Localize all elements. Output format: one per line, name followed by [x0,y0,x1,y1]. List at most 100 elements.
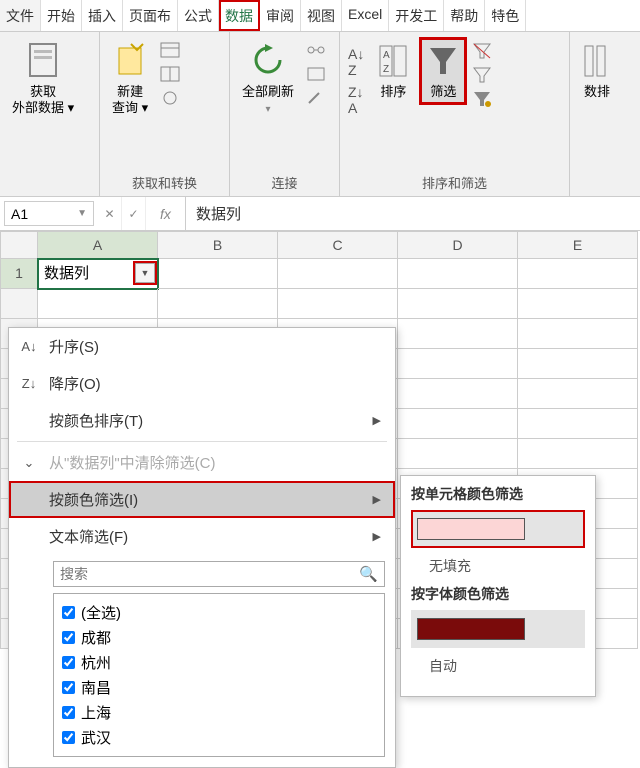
tab-home[interactable]: 开始 [41,0,82,31]
column-header-b[interactable]: B [158,231,278,259]
cell-e1[interactable] [518,259,638,289]
cell[interactable] [518,379,638,409]
cell-c1[interactable] [278,259,398,289]
cell[interactable] [398,289,518,319]
checkbox[interactable] [62,606,75,619]
formula-input[interactable]: 数据列 [186,197,640,230]
no-fill-item[interactable]: 无填充 [411,554,585,584]
row-header-1[interactable]: 1 [0,259,38,289]
cell[interactable] [518,289,638,319]
tab-view[interactable]: 视图 [301,0,342,31]
sort-asc-icon[interactable]: A↓Z [348,46,364,78]
checkbox[interactable] [62,706,75,719]
ribbon: 获取外部数据 ▾ 新建查询 ▾ 获取和转换 全部刷新 ▾ [0,32,640,197]
font-color-darkred[interactable] [411,610,585,648]
row-header[interactable] [0,289,38,319]
from-table-icon[interactable] [160,66,180,84]
filter-search-box[interactable]: 🔍 [53,561,385,587]
group-label [6,190,93,194]
tab-excel[interactable]: Excel [342,0,389,31]
check-item[interactable]: (全选) [62,600,376,625]
reapply-icon[interactable] [472,66,492,84]
cell[interactable] [158,289,278,319]
cell[interactable] [518,349,638,379]
cell[interactable] [398,349,518,379]
tab-special[interactable]: 特色 [485,0,526,31]
text-filter-item[interactable]: 文本筛选(F) ▶ [9,518,395,555]
cell-d1[interactable] [398,259,518,289]
checkbox[interactable] [62,656,75,669]
fx-icon[interactable]: fx [146,197,186,230]
chevron-down-icon[interactable]: ▼ [77,208,87,219]
column-header-e[interactable]: E [518,231,638,259]
cell[interactable] [38,289,158,319]
check-item[interactable]: 武汉 [62,725,376,750]
tab-formula[interactable]: 公式 [178,0,219,31]
check-item[interactable]: 上海 [62,700,376,725]
color-swatch [417,618,525,640]
column-header-d[interactable]: D [398,231,518,259]
check-icon[interactable]: ✓ [122,197,146,230]
cancel-icon[interactable]: ✕ [98,197,122,230]
column-header-c[interactable]: C [278,231,398,259]
tab-help[interactable]: 帮助 [444,0,485,31]
select-all-corner[interactable] [0,231,38,259]
name-box[interactable]: A1 ▼ [4,201,94,226]
sort-desc-icon: Z↓ [19,376,39,391]
dropdown-caret: ▾ [265,104,270,116]
show-queries-icon[interactable] [160,42,180,60]
properties-icon[interactable] [306,66,326,84]
cell-a1[interactable]: 数据列 ▼ [38,259,158,289]
tab-layout[interactable]: 页面布 [123,0,178,31]
check-item[interactable]: 杭州 [62,650,376,675]
sort-asc-icon: A↓ [19,339,39,354]
new-query-button[interactable]: 新建查询 ▾ [106,38,154,119]
check-label: 上海 [81,702,111,723]
connections-icon[interactable] [306,42,326,60]
cell[interactable] [398,379,518,409]
tab-review[interactable]: 审阅 [260,0,301,31]
tab-data[interactable]: 数据 [219,0,260,31]
sort-button[interactable]: AZ 排序 [370,38,416,104]
edit-links-icon[interactable] [306,90,326,108]
cell[interactable] [278,289,398,319]
sort-desc-item[interactable]: Z↓ 降序(O) [9,365,395,402]
data-tools-button[interactable]: 数排 [576,38,618,104]
sort-desc-icon[interactable]: Z↓A [348,84,364,116]
recent-sources-icon[interactable] [160,90,180,108]
tab-dev[interactable]: 开发工 [389,0,444,31]
checkbox[interactable] [62,631,75,644]
checkbox[interactable] [62,731,75,744]
cell[interactable] [398,319,518,349]
svg-text:A: A [383,50,390,61]
advanced-icon[interactable] [472,90,492,108]
cell[interactable] [518,319,638,349]
menu-label: 按颜色筛选(I) [49,489,138,510]
checkbox[interactable] [62,681,75,694]
tab-insert[interactable]: 插入 [82,0,123,31]
filter-by-color-item[interactable]: 按颜色筛选(I) ▶ [9,481,395,518]
font-color-heading: 按字体颜色筛选 [411,584,585,604]
check-item[interactable]: 南昌 [62,675,376,700]
filter-dropdown-button[interactable]: ▼ [135,263,155,283]
cell-color-pink[interactable] [411,510,585,548]
auto-item[interactable]: 自动 [411,654,585,684]
sort-by-color-item[interactable]: 按颜色排序(T) ▶ [9,402,395,439]
check-label: 杭州 [81,652,111,673]
funnel-icon [426,42,460,80]
sort-asc-item[interactable]: A↓ 升序(S) [9,328,395,365]
column-header-a[interactable]: A [38,231,158,259]
refresh-all-button[interactable]: 全部刷新 ▾ [236,38,300,120]
search-input[interactable] [60,566,359,582]
clear-filter-icon[interactable] [472,42,492,60]
cell[interactable] [518,409,638,439]
check-label: 成都 [81,627,111,648]
cell-b1[interactable] [158,259,278,289]
cell[interactable] [398,409,518,439]
check-item[interactable]: 成都 [62,625,376,650]
cell[interactable] [518,439,638,469]
tab-file[interactable]: 文件 [0,0,41,31]
get-external-data-button[interactable]: 获取外部数据 ▾ [6,38,80,119]
cell[interactable] [398,439,518,469]
filter-button[interactable]: 筛选 [420,38,466,104]
